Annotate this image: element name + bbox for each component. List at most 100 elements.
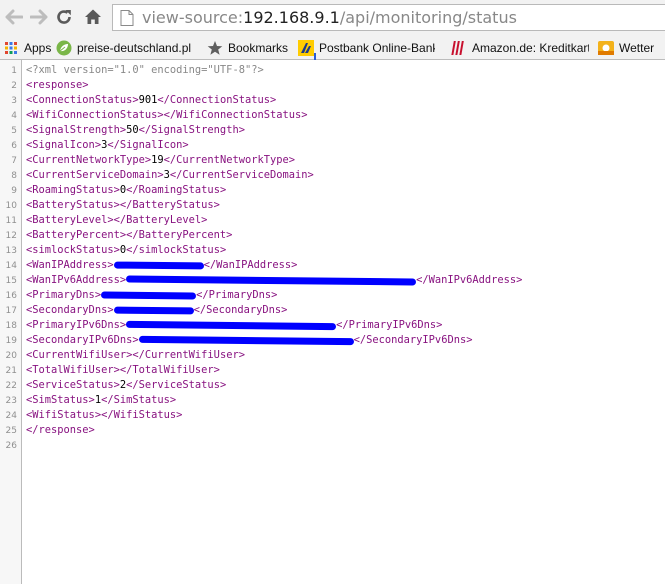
close-tag: </PrimaryIPv6Dns>: [336, 319, 443, 331]
line-code: <BatteryStatus></BatteryStatus>: [26, 198, 220, 213]
line-code: <WifiConnectionStatus></WifiConnectionSt…: [26, 108, 308, 123]
leaf-favicon-icon: [56, 40, 72, 55]
line-number: 6: [11, 141, 17, 151]
forward-button[interactable]: [27, 5, 51, 29]
bookmarks-bar: Apps preise-deutschland.pl Bookmarks Pos…: [0, 35, 665, 60]
source-line: 5 <SignalStrength>50</SignalStrength>: [0, 123, 245, 138]
line-number: 17: [5, 306, 17, 316]
line-code: <BatteryPercent></BatteryPercent>: [26, 228, 232, 243]
source-line: 20 <CurrentWifiUser></CurrentWifiUser>: [0, 348, 245, 363]
line-code: <SimStatus>1</SimStatus>: [26, 393, 176, 408]
line-number: 12: [5, 231, 17, 241]
close-tag: </TotalWifiUser>: [119, 364, 220, 376]
bookmark-apps[interactable]: Apps: [3, 38, 51, 57]
line-number: 25: [5, 426, 17, 436]
line-number: 2: [11, 81, 17, 91]
bookmark-preise-deutschland[interactable]: preise-deutschland.pl: [56, 38, 192, 57]
close-tag: </BatteryPercent>: [126, 229, 233, 241]
bookmark-wetter[interactable]: Wetter: [598, 38, 665, 57]
redaction-mark: [101, 291, 197, 299]
close-tag: </CurrentServiceDomain>: [169, 169, 314, 181]
line-number: 15: [5, 276, 17, 286]
page-icon: [120, 9, 134, 26]
back-button[interactable]: [2, 5, 26, 29]
home-button[interactable]: [81, 5, 105, 29]
line-number: 11: [5, 216, 17, 226]
source-line: 21 <TotalWifiUser></TotalWifiUser>: [0, 363, 220, 378]
close-tag: </WifiConnectionStatus>: [163, 109, 308, 121]
source-line: 16 <PrimaryDns> </PrimaryDns>: [0, 288, 278, 303]
source-line: 23 <SimStatus>1</SimStatus>: [0, 393, 177, 408]
amazon-favicon-icon: [451, 40, 464, 55]
source-line: 24 <WifiStatus></WifiStatus>: [0, 408, 183, 423]
line-code: <PrimaryIPv6Dns> </PrimaryIPv6Dns>: [26, 318, 442, 333]
bookmark-amazon[interactable]: Amazon.de: Kreditkart: [451, 38, 589, 57]
open-tag: <CurrentNetworkType>: [26, 154, 152, 166]
redaction-mark: [126, 274, 417, 286]
source-line: 2 <response>: [0, 78, 88, 93]
line-code: <ConnectionStatus>901</ConnectionStatus>: [26, 93, 276, 108]
root-tag: </response>: [26, 424, 95, 436]
source-line: 15 <WanIPv6Address> </WanIPv6Address>: [0, 273, 523, 288]
bookmark-label: preise-deutschland.pl: [77, 40, 192, 55]
close-tag: </SimStatus>: [101, 394, 177, 406]
open-tag: <ConnectionStatus>: [26, 94, 139, 106]
open-tag: <ServiceStatus>: [26, 379, 120, 391]
source-line: 26: [0, 438, 17, 453]
close-tag: </WanIPv6Address>: [416, 274, 523, 286]
redaction-mark: [126, 320, 337, 330]
line-number: 13: [5, 246, 17, 256]
source-line: 6 <SignalIcon>3</SignalIcon>: [0, 138, 188, 153]
reload-icon: [57, 10, 71, 24]
close-tag: </SecondaryIPv6Dns>: [353, 334, 473, 346]
home-icon: [85, 9, 101, 24]
line-code: <CurrentWifiUser></CurrentWifiUser>: [26, 348, 245, 363]
close-tag: </SecondaryDns>: [193, 304, 288, 316]
line-number: 20: [5, 351, 17, 361]
line-code: <SignalStrength>50</SignalStrength>: [26, 123, 245, 138]
forward-arrow-icon: [30, 9, 48, 25]
line-code: <RoamingStatus>0</RoamingStatus>: [26, 183, 226, 198]
xml-declaration: <?xml version="1.0" encoding="UTF-8"?>: [26, 64, 264, 76]
apps-grid-icon: [5, 41, 17, 54]
line-code: <SecondaryIPv6Dns> </SecondaryIPv6Dns>: [26, 333, 472, 348]
reload-button[interactable]: [52, 5, 76, 29]
open-tag: <PrimaryDns>: [26, 289, 102, 301]
line-number: 21: [5, 366, 17, 376]
view-source-pane[interactable]: 1 <?xml version="1.0" encoding="UTF-8"?> 2…: [0, 60, 665, 584]
line-number: 9: [11, 186, 17, 196]
bookmark-label: Postbank Online-Bank: [319, 40, 435, 55]
close-tag: </CurrentNetworkType>: [163, 154, 296, 166]
url-path: /api/monitoring/status: [339, 8, 517, 27]
close-tag: </PrimaryDns>: [196, 289, 278, 301]
source-line: 1 <?xml version="1.0" encoding="UTF-8"?>: [0, 63, 263, 78]
close-tag: </ServiceStatus>: [126, 379, 227, 391]
redaction-mark: [113, 306, 194, 314]
bookmark-postbank[interactable]: Postbank Online-Bank: [298, 38, 435, 57]
open-tag: <SignalIcon>: [26, 139, 102, 151]
bookmark-bookmarks-folder[interactable]: Bookmarks: [207, 38, 291, 57]
open-tag: <BatteryLevel>: [26, 214, 114, 226]
source-line: 3 <ConnectionStatus>901</ConnectionStatus…: [0, 93, 276, 108]
star-icon: [207, 40, 223, 55]
line-code: <ServiceStatus>2</ServiceStatus>: [26, 378, 226, 393]
url-host: 192.168.9.1: [243, 8, 340, 27]
element-value: 19: [151, 154, 164, 166]
line-number: 14: [5, 261, 17, 271]
open-tag: <simlockStatus>: [26, 244, 120, 256]
url-prefix: view-source:: [142, 8, 244, 27]
close-tag: </CurrentWifiUser>: [132, 349, 245, 361]
line-number: 24: [5, 411, 17, 421]
line-code: <TotalWifiUser></TotalWifiUser>: [26, 363, 220, 378]
line-code: <BatteryLevel></BatteryLevel>: [26, 213, 207, 228]
line-code: <PrimaryDns> </PrimaryDns>: [26, 288, 277, 303]
address-bar[interactable]: view-source:192.168.9.1/api/monitoring/s…: [112, 4, 665, 31]
source-line: 14 <WanIPAddress> </WanIPAddress>: [0, 258, 298, 273]
source-line: 9 <RoamingStatus>0</RoamingStatus>: [0, 183, 226, 198]
bookmark-label: Wetter: [619, 40, 655, 55]
bookmark-label: Bookmarks: [228, 40, 289, 55]
open-tag: <PrimaryIPv6Dns>: [26, 319, 127, 331]
open-tag: <BatteryStatus>: [26, 199, 120, 211]
open-tag: <CurrentWifiUser>: [26, 349, 133, 361]
line-number: 7: [11, 156, 17, 166]
